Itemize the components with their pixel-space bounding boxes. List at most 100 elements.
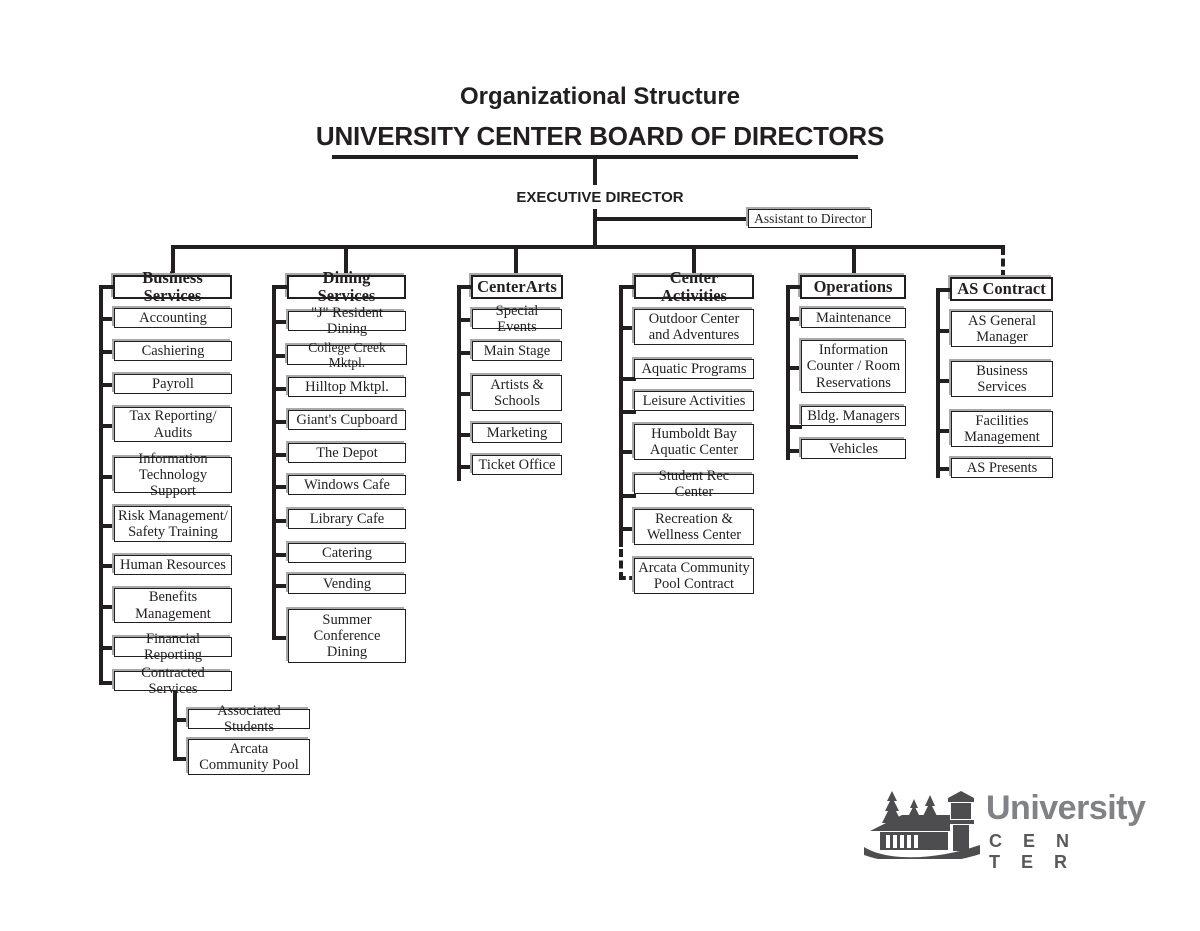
box-marketing[interactable]: Marketing <box>472 423 562 443</box>
stub-ca-0 <box>457 318 473 322</box>
box-tax-reporting-audits[interactable]: Tax Reporting/ Audits <box>114 407 232 442</box>
box-special-events[interactable]: Special Events <box>472 303 562 335</box>
box-assistant-to-director[interactable]: Assistant to Director <box>748 209 872 228</box>
box-financial-reporting[interactable]: Financial Reporting <box>114 631 232 663</box>
stub-ds-9 <box>272 636 289 640</box>
box-associated-students[interactable]: Associated Students <box>188 703 310 735</box>
head-dining-services[interactable]: Dining Services <box>287 268 406 305</box>
box-library-cafe[interactable]: Library Cafe <box>288 509 406 529</box>
stub-ds-0 <box>272 320 289 324</box>
box-summer-conference-dining[interactable]: Summer Conference Dining <box>288 609 406 663</box>
box-payroll[interactable]: Payroll <box>114 374 232 394</box>
stub-asc-2 <box>936 429 952 433</box>
box-main-stage[interactable]: Main Stage <box>472 341 562 361</box>
connector-exec-to-bus <box>593 209 597 247</box>
stub-ds-2 <box>272 387 289 391</box>
stub-asc-1 <box>936 379 952 383</box>
head-business-services[interactable]: Business Services <box>113 268 232 305</box>
stub-cact-head <box>619 285 636 289</box>
box-contracted-services[interactable]: Contracted Services <box>114 665 232 697</box>
stub-ca-3 <box>457 433 473 437</box>
stub-ds-7 <box>272 553 289 557</box>
box-information-counter-room-reservations[interactable]: Information Counter / Room Reservations <box>801 340 906 393</box>
rail-contracted-services <box>173 691 177 761</box>
box-vending[interactable]: Vending <box>288 574 406 594</box>
stub-ops-3 <box>786 449 802 453</box>
box-accounting[interactable]: Accounting <box>114 308 232 328</box>
head-operations[interactable]: Operations <box>800 275 906 299</box>
head-center-activities[interactable]: Center Activities <box>634 268 754 305</box>
rail-as-contract <box>936 288 940 478</box>
box-windows-cafe[interactable]: Windows Cafe <box>288 475 406 495</box>
stub-bs-0 <box>99 317 115 321</box>
stub-bs-3 <box>99 424 115 428</box>
stub-ca-4 <box>457 465 473 469</box>
stub-ca-2 <box>457 392 473 396</box>
box-facilities-management[interactable]: Facilities Management <box>951 411 1053 447</box>
box-giants-cupboard[interactable]: Giant's Cupboard <box>288 410 406 430</box>
rail-operations <box>786 285 790 460</box>
connector-exec-to-assistant <box>593 217 748 221</box>
stub-bs-2 <box>99 383 115 387</box>
box-arcata-community-pool[interactable]: Arcata Community Pool <box>188 739 310 775</box>
box-ticket-office[interactable]: Ticket Office <box>472 455 562 475</box>
head-as-contract[interactable]: AS Contract <box>950 277 1053 301</box>
box-vehicles[interactable]: Vehicles <box>801 439 906 459</box>
box-maintenance[interactable]: Maintenance <box>801 308 906 328</box>
stub-centerarts-head <box>457 285 473 289</box>
box-hilltop-mktpl[interactable]: Hilltop Mktpl. <box>288 377 406 397</box>
page-subtitle: Organizational Structure <box>459 83 741 110</box>
stub-bs-6 <box>99 564 115 568</box>
connector-bus-to-as-contract-dashed <box>1001 247 1005 278</box>
box-risk-management-safety-training[interactable]: Risk Management/ Safety Training <box>114 506 232 542</box>
stub-cact-4 <box>619 494 636 498</box>
university-center-building-icon <box>864 791 980 864</box>
stub-asc-0 <box>936 329 952 333</box>
stub-ds-4 <box>272 453 289 457</box>
stub-bs-7 <box>99 605 115 609</box>
stub-ds-3 <box>272 420 289 424</box>
box-j-resident-dining[interactable]: "J" Resident Dining <box>288 305 406 337</box>
stub-ds-6 <box>272 519 289 523</box>
box-humboldt-bay-aquatic-center[interactable]: Humboldt Bay Aquatic Center <box>634 424 754 460</box>
box-the-depot[interactable]: The Depot <box>288 443 406 463</box>
stub-ops-0 <box>786 317 802 321</box>
stub-cs-1 <box>173 757 189 761</box>
box-leisure-activities[interactable]: Leisure Activities <box>634 391 754 411</box>
box-arcata-community-pool-contract[interactable]: Arcata Community Pool Contract <box>634 558 754 594</box>
stub-ops-1 <box>786 366 802 370</box>
box-cashiering[interactable]: Cashiering <box>114 341 232 361</box>
stub-business-services-head <box>99 285 115 289</box>
head-centerarts[interactable]: CenterArts <box>471 275 563 299</box>
box-aquatic-programs[interactable]: Aquatic Programs <box>634 359 754 379</box>
university-center-logo: University C E N T E R <box>858 787 1146 872</box>
box-bldg-managers[interactable]: Bldg. Managers <box>801 406 906 426</box>
box-information-technology-support[interactable]: Information Technology Support <box>114 451 232 499</box>
box-catering[interactable]: Catering <box>288 543 406 563</box>
stub-ops-head <box>786 285 802 289</box>
rail-centerarts <box>457 285 461 481</box>
connector-bus-to-operations <box>852 245 856 277</box>
box-human-resources[interactable]: Human Resources <box>114 555 232 575</box>
stub-ds-8 <box>272 584 289 588</box>
box-recreation-and-wellness-center[interactable]: Recreation & Wellness Center <box>634 509 754 545</box>
box-as-presents[interactable]: AS Presents <box>951 458 1053 478</box>
stub-asc-head <box>936 288 952 292</box>
box-benefits-management[interactable]: Benefits Management <box>114 588 232 623</box>
stub-dining-services-head <box>272 285 289 289</box>
logo-wordmark: University <box>986 789 1146 827</box>
box-artists-and-schools[interactable]: Artists & Schools <box>472 375 562 411</box>
stub-cs-0 <box>173 718 189 722</box>
box-college-creek-mktpl[interactable]: College Creek Mktpl. <box>287 340 407 370</box>
box-outdoor-center-and-adventures[interactable]: Outdoor Center and Adventures <box>634 309 754 345</box>
box-as-general-manager[interactable]: AS General Manager <box>951 311 1053 347</box>
page-title: UNIVERSITY CENTER BOARD OF DIRECTORS <box>315 121 885 151</box>
stub-ds-5 <box>272 485 289 489</box>
stub-bs-4 <box>99 475 115 479</box>
stub-bs-1 <box>99 350 115 354</box>
connector-bus <box>173 245 1005 249</box>
org-chart-page: Organizational Structure UNIVERSITY CENT… <box>0 0 1200 931</box>
rail-business-services <box>99 285 103 684</box>
box-as-business-services[interactable]: Business Services <box>951 361 1053 397</box>
box-student-rec-center[interactable]: Student Rec Center <box>634 468 754 500</box>
